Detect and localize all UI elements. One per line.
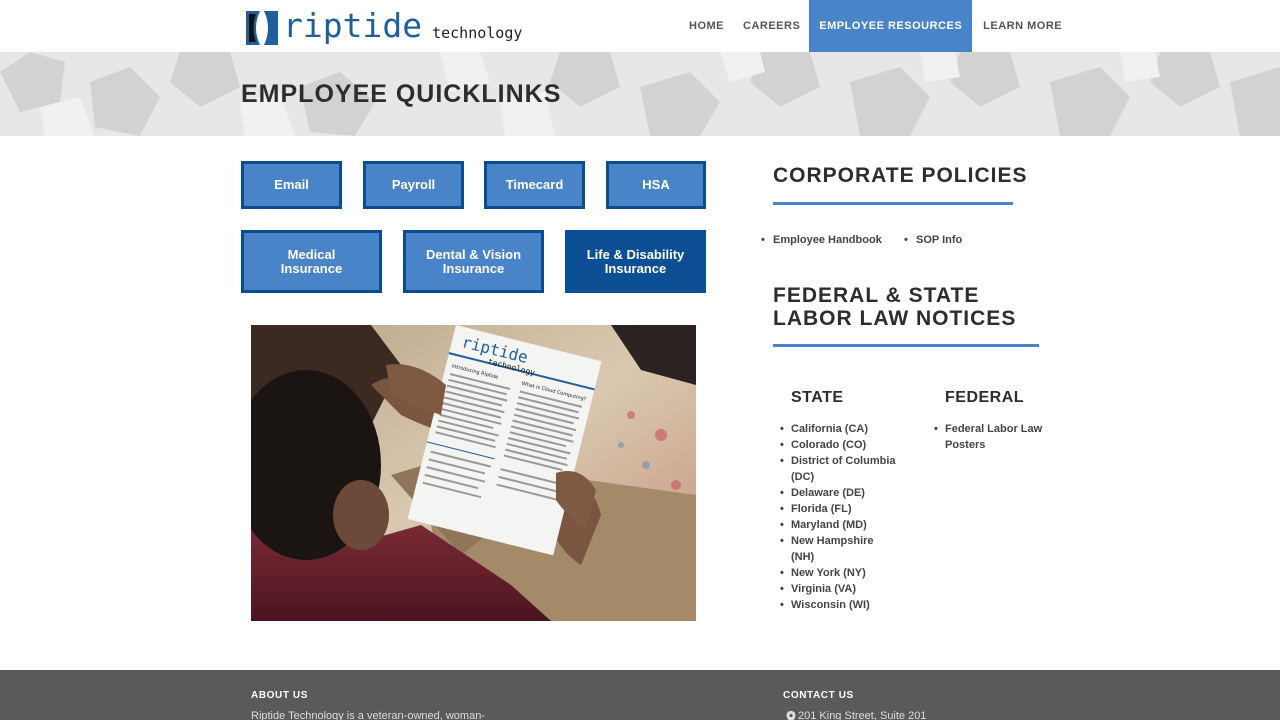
employee-reading-newsletter-photo: riptide technology Introducing Riptide W… [251, 325, 696, 621]
state-link-colorado[interactable]: Colorado (CO) [780, 437, 921, 453]
medical-insurance-label-line2: Insurance [280, 260, 343, 276]
footer-about-heading: ABOUT US [251, 690, 309, 701]
photo-illustration: riptide technology Introducing Riptide W… [251, 325, 696, 621]
dental-vision-label-line1: Dental & Vision [425, 246, 522, 262]
logo-wordmark: riptide [283, 5, 423, 45]
page-title: EMPLOYEE QUICKLINKS [241, 80, 562, 108]
banner-pattern [0, 52, 1280, 136]
hsa-button-label: HSA [642, 177, 670, 192]
footer-about-text: Riptide Technology is a veteran-owned, w… [251, 710, 485, 720]
logo-subtitle: technology [432, 24, 523, 42]
dental-vision-label-line2: Insurance [442, 260, 505, 276]
nav-careers[interactable]: CAREERS [735, 0, 809, 52]
state-link-new-hampshire[interactable]: New Hampshire [780, 533, 921, 549]
main-nav: HOME CAREERS EMPLOYEE RESOURCES LEARN MO… [678, 0, 1073, 52]
labor-law-heading-line1: FEDERAL & STATE [773, 284, 980, 307]
state-link-district-of-columbia[interactable]: District of Columbia [780, 453, 921, 469]
federal-heading: FEDERAL [945, 389, 1025, 406]
state-link-new-york[interactable]: New York (NY) [780, 565, 921, 581]
riptide-logo[interactable]: riptide technology [244, 8, 544, 48]
state-link-florida[interactable]: Florida (FL) [780, 501, 921, 517]
life-disability-insurance-button[interactable]: Life & Disability Insurance [565, 230, 706, 293]
dental-vision-insurance-button[interactable]: Dental & Vision Insurance [403, 230, 544, 293]
map-pin-icon [786, 710, 796, 720]
timecard-button-label: Timecard [505, 177, 564, 192]
corporate-policies-heading: CORPORATE POLICIES [773, 164, 1028, 187]
site-header: riptide technology HOME CAREERS EMPLOYEE… [0, 0, 1280, 52]
nav-home[interactable]: HOME [678, 0, 735, 52]
state-link-california[interactable]: California (CA) [780, 421, 921, 437]
state-link-delaware[interactable]: Delaware (DE) [780, 485, 921, 501]
state-notices-list: California (CA) Colorado (CO) District o… [780, 421, 921, 613]
corporate-policies-underline [773, 202, 1013, 205]
hsa-button[interactable]: HSA [606, 161, 706, 209]
site-footer: ABOUT US Riptide Technology is a veteran… [0, 670, 1280, 720]
footer-contact-heading: CONTACT US [783, 690, 854, 701]
federal-notices-list: Federal Labor Law Posters [934, 421, 1055, 453]
federal-labor-law-posters-link-cont[interactable]: Posters [945, 437, 1055, 453]
footer-contact-address: 201 King Street, Suite 201 [798, 710, 927, 720]
page-banner [0, 52, 1280, 136]
payroll-button[interactable]: Payroll [363, 161, 464, 209]
timecard-button[interactable]: Timecard [484, 161, 585, 209]
state-link-district-of-columbia-cont[interactable]: (DC) [791, 469, 921, 485]
medical-insurance-label-line1: Medical [287, 246, 336, 262]
life-disability-label-line2: Insurance [604, 260, 667, 276]
payroll-button-label: Payroll [391, 177, 436, 192]
riptide-logo-mark-icon [244, 10, 280, 46]
state-link-new-hampshire-cont[interactable]: (NH) [791, 549, 921, 565]
sop-info-link[interactable]: SOP Info [904, 234, 962, 246]
email-button-label: Email [274, 177, 309, 192]
nav-learn-more[interactable]: LEARN MORE [972, 0, 1073, 52]
employee-handbook-link[interactable]: Employee Handbook [761, 234, 882, 246]
state-link-maryland[interactable]: Maryland (MD) [780, 517, 921, 533]
state-link-virginia[interactable]: Virginia (VA) [780, 581, 921, 597]
labor-law-underline [773, 344, 1039, 347]
email-button[interactable]: Email [241, 161, 342, 209]
medical-insurance-button[interactable]: Medical Insurance [241, 230, 382, 293]
state-heading: STATE [791, 389, 844, 406]
state-link-wisconsin[interactable]: Wisconsin (WI) [780, 597, 921, 613]
federal-labor-law-posters-link[interactable]: Federal Labor Law [934, 421, 1055, 437]
labor-law-heading-line2: LABOR LAW NOTICES [773, 307, 1017, 330]
life-disability-label-line1: Life & Disability [586, 246, 685, 262]
nav-employee-resources[interactable]: EMPLOYEE RESOURCES [809, 0, 973, 52]
